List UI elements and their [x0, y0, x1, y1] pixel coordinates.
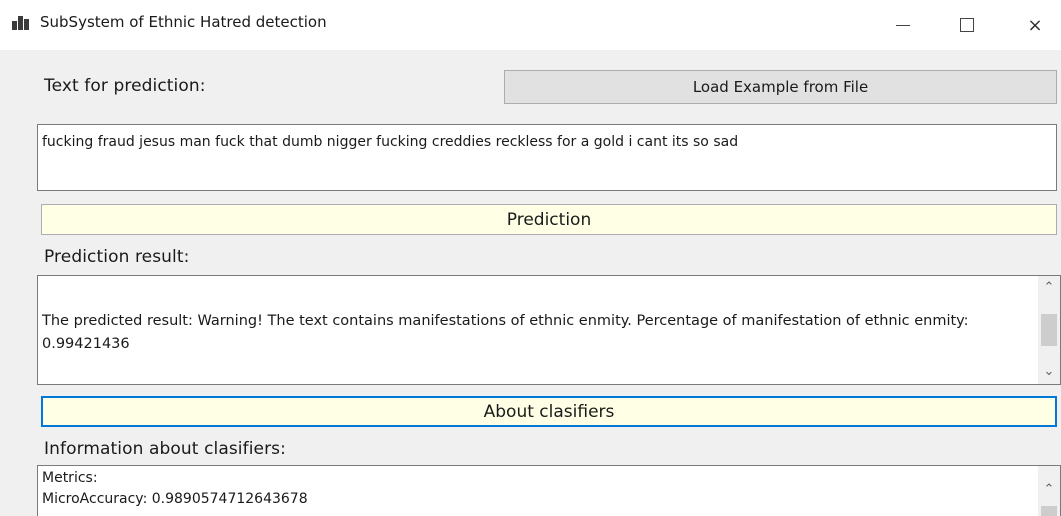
scroll-up-icon[interactable]: ⌃: [1038, 278, 1060, 298]
close-icon: ×: [1027, 14, 1043, 36]
main-panel: Text for prediction: Load Example from F…: [0, 50, 1061, 516]
app-bars-icon: [12, 16, 30, 30]
prediction-result-label: Prediction result:: [44, 247, 190, 267]
minimize-button[interactable]: [880, 0, 926, 50]
info-line: Metrics:: [42, 470, 98, 486]
maximize-icon: [960, 18, 974, 32]
scroll-thumb[interactable]: [1041, 314, 1057, 346]
window-title: SubSystem of Ethnic Hatred detection: [40, 13, 327, 31]
prediction-result-text: The predicted result: Warning! The text …: [42, 313, 969, 352]
minimize-icon: [896, 24, 910, 26]
prediction-text-value: fucking fraud jesus man fuck that dumb n…: [42, 134, 739, 150]
prediction-button[interactable]: Prediction: [41, 204, 1057, 235]
about-classifiers-button[interactable]: About clasifiers: [41, 396, 1057, 427]
title-bar[interactable]: SubSystem of Ethnic Hatred detection ×: [0, 0, 1061, 50]
scroll-up-icon[interactable]: ⌃: [1038, 480, 1060, 500]
maximize-button[interactable]: [944, 0, 990, 50]
classifiers-info-label: Information about clasifiers:: [44, 439, 286, 459]
scroll-thumb[interactable]: [1041, 506, 1057, 516]
info-line: MicroAccuracy: 0.9890574712643678: [42, 491, 308, 507]
classifiers-info-box[interactable]: Metrics: MicroAccuracy: 0.98905747126436…: [37, 465, 1061, 516]
text-for-prediction-label: Text for prediction:: [44, 76, 206, 96]
prediction-text-input[interactable]: fucking fraud jesus man fuck that dumb n…: [37, 124, 1057, 191]
scroll-down-icon[interactable]: ⌄: [1038, 362, 1060, 382]
info-scrollbar[interactable]: ⌃: [1038, 466, 1060, 516]
app-window: SubSystem of Ethnic Hatred detection × T…: [0, 0, 1061, 516]
prediction-result-box[interactable]: The predicted result: Warning! The text …: [37, 275, 1061, 385]
load-example-button[interactable]: Load Example from File: [504, 70, 1057, 104]
close-button[interactable]: ×: [1012, 0, 1058, 50]
result-scrollbar[interactable]: ⌃ ⌄: [1038, 276, 1060, 384]
